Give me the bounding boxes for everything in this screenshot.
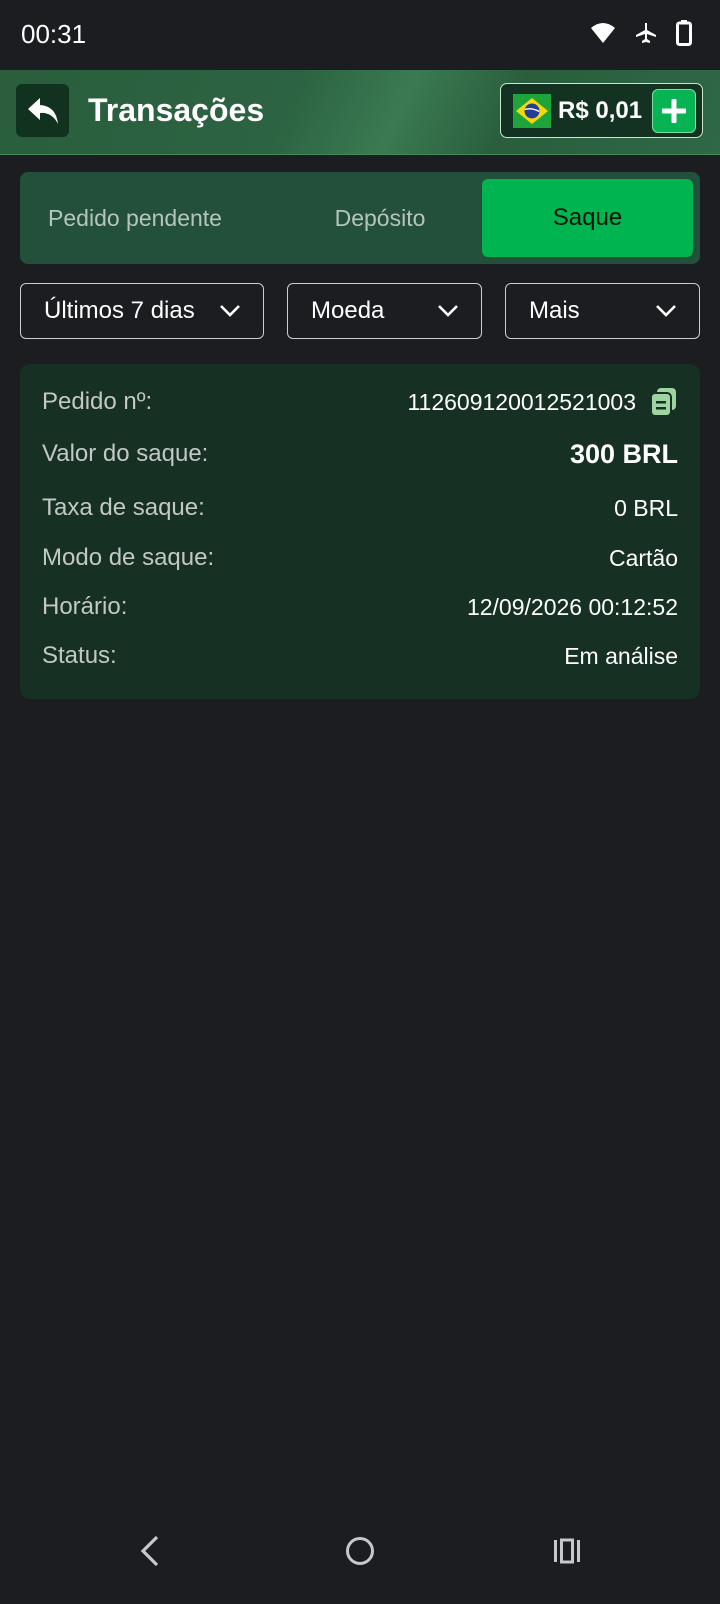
- withdraw-amount-value: 300 BRL: [569, 438, 678, 469]
- tab-pending-order[interactable]: Pedido pendente: [20, 179, 250, 257]
- withdraw-method-value: Cartão: [608, 544, 678, 571]
- back-button[interactable]: [16, 84, 69, 137]
- withdraw-fee-value: 0 BRL: [614, 494, 678, 521]
- nav-recents-icon[interactable]: [552, 1536, 582, 1566]
- time-value: 12/09/2026 00:12:52: [466, 593, 678, 620]
- balance-amount: R$ 0,01: [558, 97, 643, 124]
- status-row: Status: Em análise: [42, 636, 678, 676]
- balance-widget[interactable]: R$ 0,01: [500, 83, 703, 138]
- app-header: Transações R$ 0,01: [0, 70, 720, 155]
- status-time: 00:31: [21, 19, 87, 49]
- tab-deposit[interactable]: Depósito: [265, 179, 495, 257]
- copy-icon[interactable]: [650, 387, 678, 417]
- order-number-row: Pedido nº: 112609120012521003: [42, 382, 678, 422]
- time-row: Horário: 12/09/2026 00:12:52: [42, 587, 678, 627]
- wifi-icon: [591, 23, 615, 43]
- transaction-type-tabs: Pedido pendente Depósito Saque: [20, 172, 700, 264]
- status-bar: 00:31: [0, 0, 720, 70]
- system-navigation-bar: [0, 1504, 720, 1604]
- nav-back-icon[interactable]: [137, 1534, 163, 1568]
- chevron-down-icon: [220, 305, 240, 317]
- back-arrow-icon: [27, 97, 58, 124]
- order-number-label: Pedido nº:: [42, 388, 153, 415]
- page-title: Transações: [88, 92, 265, 128]
- more-label: Mais: [529, 297, 580, 324]
- withdraw-method-label: Modo de saque:: [42, 544, 215, 571]
- currency-filter[interactable]: Moeda: [287, 283, 482, 339]
- status-label: Status:: [42, 642, 117, 669]
- chevron-down-icon: [438, 305, 458, 317]
- order-number-value-group: 112609120012521003: [407, 387, 678, 417]
- withdraw-fee-label: Taxa de saque:: [42, 494, 205, 521]
- withdraw-amount-label: Valor do saque:: [42, 440, 209, 467]
- nav-home-icon[interactable]: [344, 1535, 376, 1567]
- brazil-flag-icon: [513, 94, 551, 128]
- withdraw-amount-row: Valor do saque: 300 BRL: [42, 434, 678, 474]
- withdraw-method-row: Modo de saque: Cartão: [42, 538, 678, 578]
- add-funds-button[interactable]: [652, 89, 696, 133]
- status-icons: [590, 20, 692, 46]
- transaction-card: Pedido nº: 112609120012521003 Valor do s…: [20, 364, 700, 699]
- date-range-label: Últimos 7 dias: [44, 297, 195, 324]
- tab-withdraw[interactable]: Saque: [482, 179, 693, 257]
- time-label: Horário:: [42, 593, 128, 620]
- airplane-icon: [636, 23, 656, 43]
- plus-icon: [662, 99, 686, 123]
- order-number-value: 112609120012521003: [407, 388, 636, 415]
- status-value: Em análise: [564, 642, 678, 669]
- date-range-filter[interactable]: Últimos 7 dias: [20, 283, 264, 339]
- battery-icon: [676, 20, 692, 46]
- more-filter[interactable]: Mais: [505, 283, 700, 339]
- withdraw-fee-row: Taxa de saque: 0 BRL: [42, 488, 678, 528]
- chevron-down-icon: [656, 305, 676, 317]
- currency-label: Moeda: [311, 297, 385, 324]
